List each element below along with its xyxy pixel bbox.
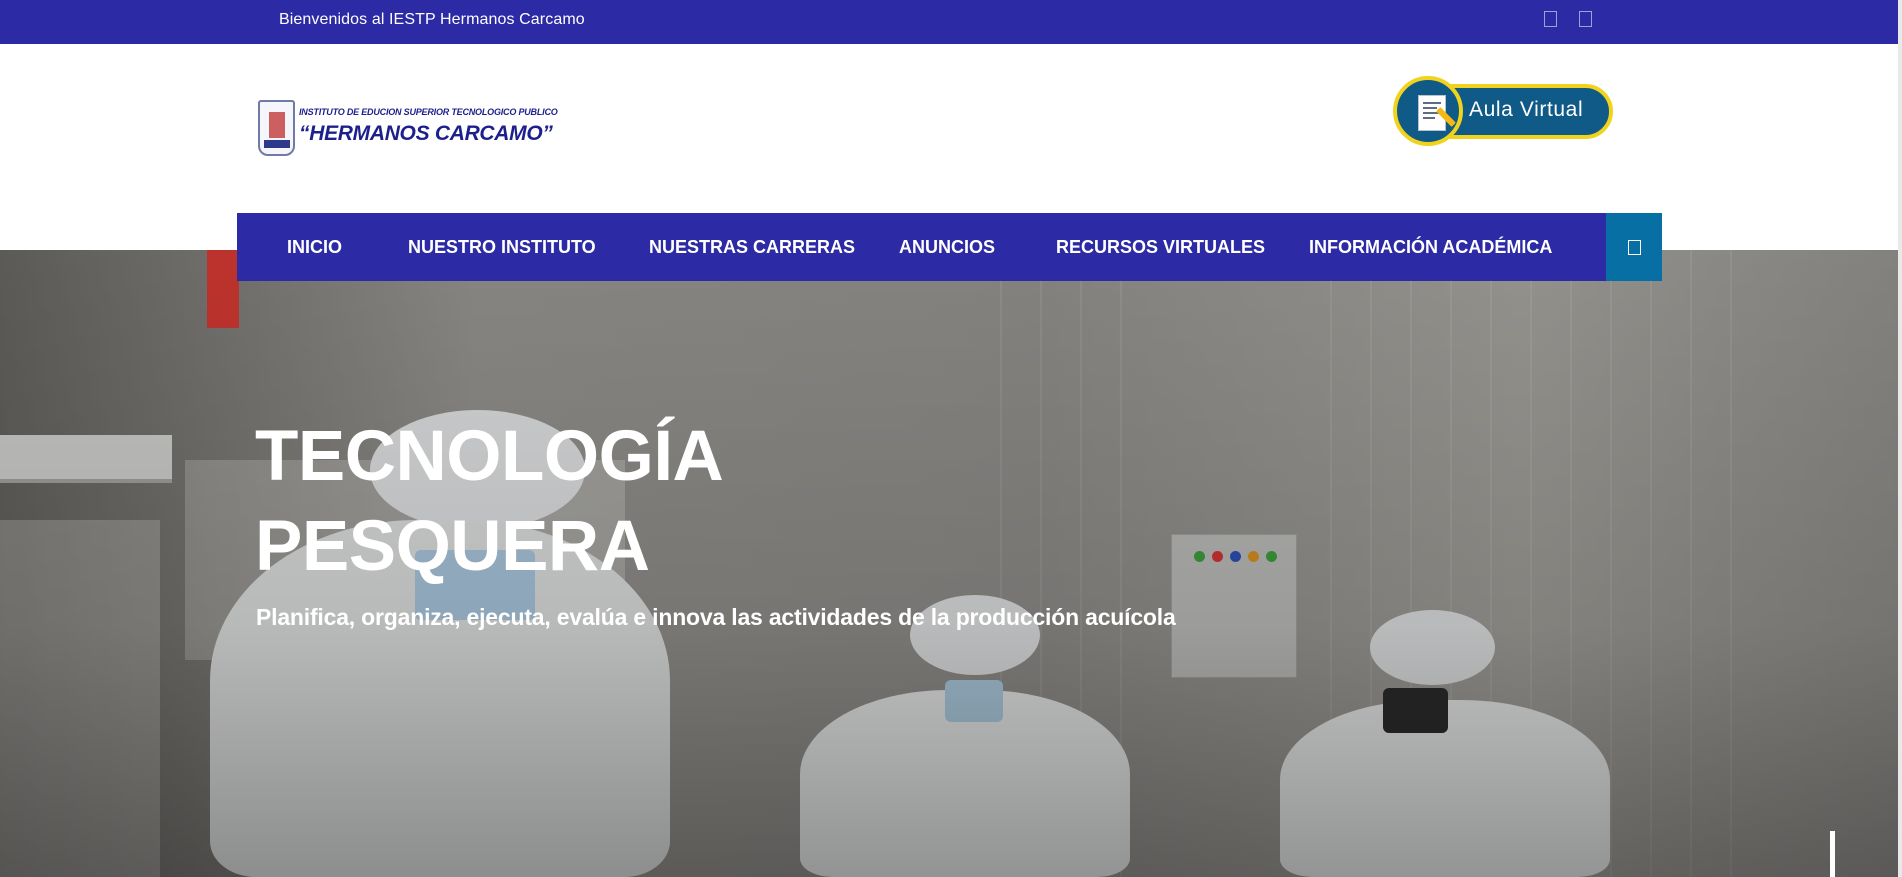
search-icon — [1628, 240, 1641, 255]
facebook-icon[interactable] — [1544, 11, 1557, 27]
institute-logo[interactable]: INSTITUTO DE EDUCION SUPERIOR TECNOLOGIC… — [258, 98, 558, 160]
nav-item-recursos-virtuales[interactable]: RECURSOS VIRTUALES — [1056, 237, 1265, 258]
nav-item-nuestro-instituto[interactable]: NUESTRO INSTITUTO — [408, 237, 596, 258]
logo-line-1: INSTITUTO DE EDUCION SUPERIOR TECNOLOGIC… — [299, 107, 558, 117]
aula-virtual-button[interactable]: Aula Virtual — [1393, 76, 1613, 146]
nav-item-anuncios[interactable]: ANUNCIOS — [899, 237, 995, 258]
nav-item-inicio[interactable]: INICIO — [287, 237, 342, 258]
youtube-icon[interactable] — [1579, 11, 1592, 27]
aula-virtual-circle — [1393, 76, 1463, 146]
aula-virtual-label: Aula Virtual — [1469, 98, 1584, 121]
search-button[interactable] — [1606, 213, 1662, 281]
logo-line-2: “HERMANOS CARCAMO” — [299, 122, 553, 145]
nav-item-informacion-academica[interactable]: INFORMACIÓN ACADÉMICA — [1309, 237, 1552, 258]
page: Bienvenidos al IESTP Hermanos Carcamo IN… — [0, 0, 1902, 877]
hero-title-line-1: TECNOLOGÍA — [255, 417, 724, 496]
hero-subtitle: Planifica, organiza, ejecuta, evalúa e i… — [256, 604, 1176, 630]
nav-item-nuestras-carreras[interactable]: NUESTRAS CARRERAS — [649, 237, 855, 258]
welcome-text: Bienvenidos al IESTP Hermanos Carcamo — [279, 11, 585, 28]
crest-icon — [258, 100, 295, 156]
main-nav: INICIO NUESTRO INSTITUTO NUESTRAS CARRER… — [237, 213, 1662, 281]
hero-title-line-2: PESQUERA — [255, 507, 650, 586]
slider-indicator[interactable] — [1830, 831, 1835, 877]
top-bar: Bienvenidos al IESTP Hermanos Carcamo — [0, 0, 1902, 44]
page-scrollbar[interactable] — [1898, 0, 1902, 877]
hero-title: TECNOLOGÍA PESQUERA — [255, 412, 955, 592]
